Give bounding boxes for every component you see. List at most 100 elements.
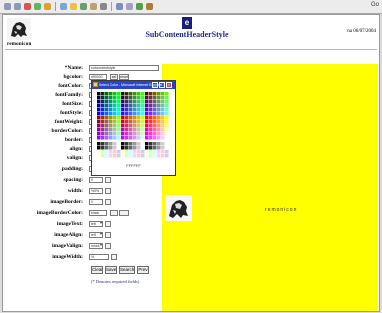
color-swatch[interactable] <box>153 120 157 124</box>
color-swatch[interactable] <box>109 100 113 104</box>
refresh-icon[interactable] <box>34 3 41 10</box>
color-swatch[interactable] <box>121 154 125 158</box>
color-swatch[interactable] <box>165 120 169 124</box>
color-swatch[interactable] <box>157 100 161 104</box>
color-swatch[interactable] <box>157 116 161 120</box>
color-swatch[interactable] <box>117 146 121 150</box>
color-swatch[interactable] <box>109 142 113 146</box>
color-swatch[interactable] <box>113 112 117 116</box>
color-swatch[interactable] <box>161 132 165 136</box>
color-swatch[interactable] <box>133 124 137 128</box>
color-swatch[interactable] <box>125 128 129 132</box>
color-swatch[interactable] <box>153 154 157 158</box>
color-swatch[interactable] <box>165 146 169 150</box>
color-swatch[interactable] <box>149 104 153 108</box>
color-swatch[interactable] <box>157 108 161 112</box>
color-swatch[interactable] <box>117 154 121 158</box>
color-swatch[interactable] <box>161 124 165 128</box>
color-swatch[interactable] <box>117 116 121 120</box>
name-input[interactable]: subcontentstyle <box>89 65 159 71</box>
color-swatch[interactable] <box>137 92 141 96</box>
color-swatch[interactable] <box>117 132 121 136</box>
color-swatch[interactable] <box>149 108 153 112</box>
back-icon[interactable] <box>4 3 11 10</box>
spacing-button[interactable] <box>105 177 111 183</box>
go-button[interactable]: Go <box>371 2 379 8</box>
color-swatch[interactable] <box>161 112 165 116</box>
color-swatch[interactable] <box>137 120 141 124</box>
color-swatch[interactable] <box>137 128 141 132</box>
color-swatch[interactable] <box>101 96 105 100</box>
color-swatch[interactable] <box>149 132 153 136</box>
color-swatch[interactable] <box>101 104 105 108</box>
color-swatch[interactable] <box>165 92 169 96</box>
color-swatch[interactable] <box>105 132 109 136</box>
color-swatch[interactable] <box>101 116 105 120</box>
color-swatch[interactable] <box>129 146 133 150</box>
color-swatch[interactable] <box>129 112 133 116</box>
color-swatch[interactable] <box>109 128 113 132</box>
color-swatch[interactable] <box>129 120 133 124</box>
color-swatch[interactable] <box>117 104 121 108</box>
color-swatch[interactable] <box>101 132 105 136</box>
color-swatch[interactable] <box>145 92 149 96</box>
color-swatch[interactable] <box>137 96 141 100</box>
color-swatch[interactable] <box>137 136 141 140</box>
color-swatch[interactable] <box>97 150 101 154</box>
imageborder-button[interactable] <box>105 199 111 205</box>
color-swatch[interactable] <box>141 154 145 158</box>
messenger-icon[interactable] <box>136 3 143 10</box>
color-swatch[interactable] <box>129 136 133 140</box>
color-swatch[interactable] <box>121 112 125 116</box>
color-swatch[interactable] <box>165 100 169 104</box>
color-swatch[interactable] <box>113 104 117 108</box>
color-swatch[interactable] <box>161 100 165 104</box>
color-swatch[interactable] <box>125 146 129 150</box>
color-swatch[interactable] <box>117 120 121 124</box>
color-swatch-grid[interactable] <box>97 92 169 158</box>
imagevalign-button[interactable] <box>105 243 111 249</box>
color-swatch[interactable] <box>113 154 117 158</box>
color-swatch[interactable] <box>157 96 161 100</box>
color-swatch[interactable] <box>113 116 117 120</box>
color-swatch[interactable] <box>121 108 125 112</box>
color-swatch[interactable] <box>125 142 129 146</box>
color-swatch[interactable] <box>97 120 101 124</box>
color-swatch[interactable] <box>109 136 113 140</box>
color-swatch[interactable] <box>113 128 117 132</box>
color-swatch[interactable] <box>153 104 157 108</box>
color-swatch[interactable] <box>141 120 145 124</box>
imagealign-select[interactable]: left <box>89 232 103 238</box>
color-swatch[interactable] <box>117 150 121 154</box>
color-swatch[interactable] <box>133 96 137 100</box>
color-swatch[interactable] <box>161 146 165 150</box>
color-swatch[interactable] <box>153 132 157 136</box>
color-swatch[interactable] <box>129 92 133 96</box>
color-swatch[interactable] <box>149 128 153 132</box>
print-icon[interactable] <box>100 3 107 10</box>
imagevalign-select[interactable]: middl <box>89 243 103 249</box>
color-swatch[interactable] <box>149 112 153 116</box>
color-swatch[interactable] <box>101 136 105 140</box>
color-swatch[interactable] <box>145 150 149 154</box>
color-swatch[interactable] <box>117 100 121 104</box>
color-swatch[interactable] <box>133 112 137 116</box>
color-swatch[interactable] <box>113 150 117 154</box>
color-swatch[interactable] <box>149 146 153 150</box>
color-swatch[interactable] <box>105 108 109 112</box>
color-swatch[interactable] <box>101 120 105 124</box>
stop-icon[interactable] <box>24 3 31 10</box>
color-swatch[interactable] <box>165 150 169 154</box>
color-swatch[interactable] <box>97 136 101 140</box>
color-swatch[interactable] <box>153 128 157 132</box>
color-swatch[interactable] <box>153 100 157 104</box>
color-swatch[interactable] <box>121 124 125 128</box>
color-swatch[interactable] <box>121 128 125 132</box>
width-input[interactable]: %0% <box>89 188 103 194</box>
color-swatch[interactable] <box>153 142 157 146</box>
color-picker-titlebar[interactable]: Select Color - Microsoft Internet Explor… <box>92 81 175 89</box>
color-swatch[interactable] <box>133 120 137 124</box>
color-swatch[interactable] <box>161 150 165 154</box>
color-swatch[interactable] <box>141 128 145 132</box>
color-swatch[interactable] <box>125 112 129 116</box>
